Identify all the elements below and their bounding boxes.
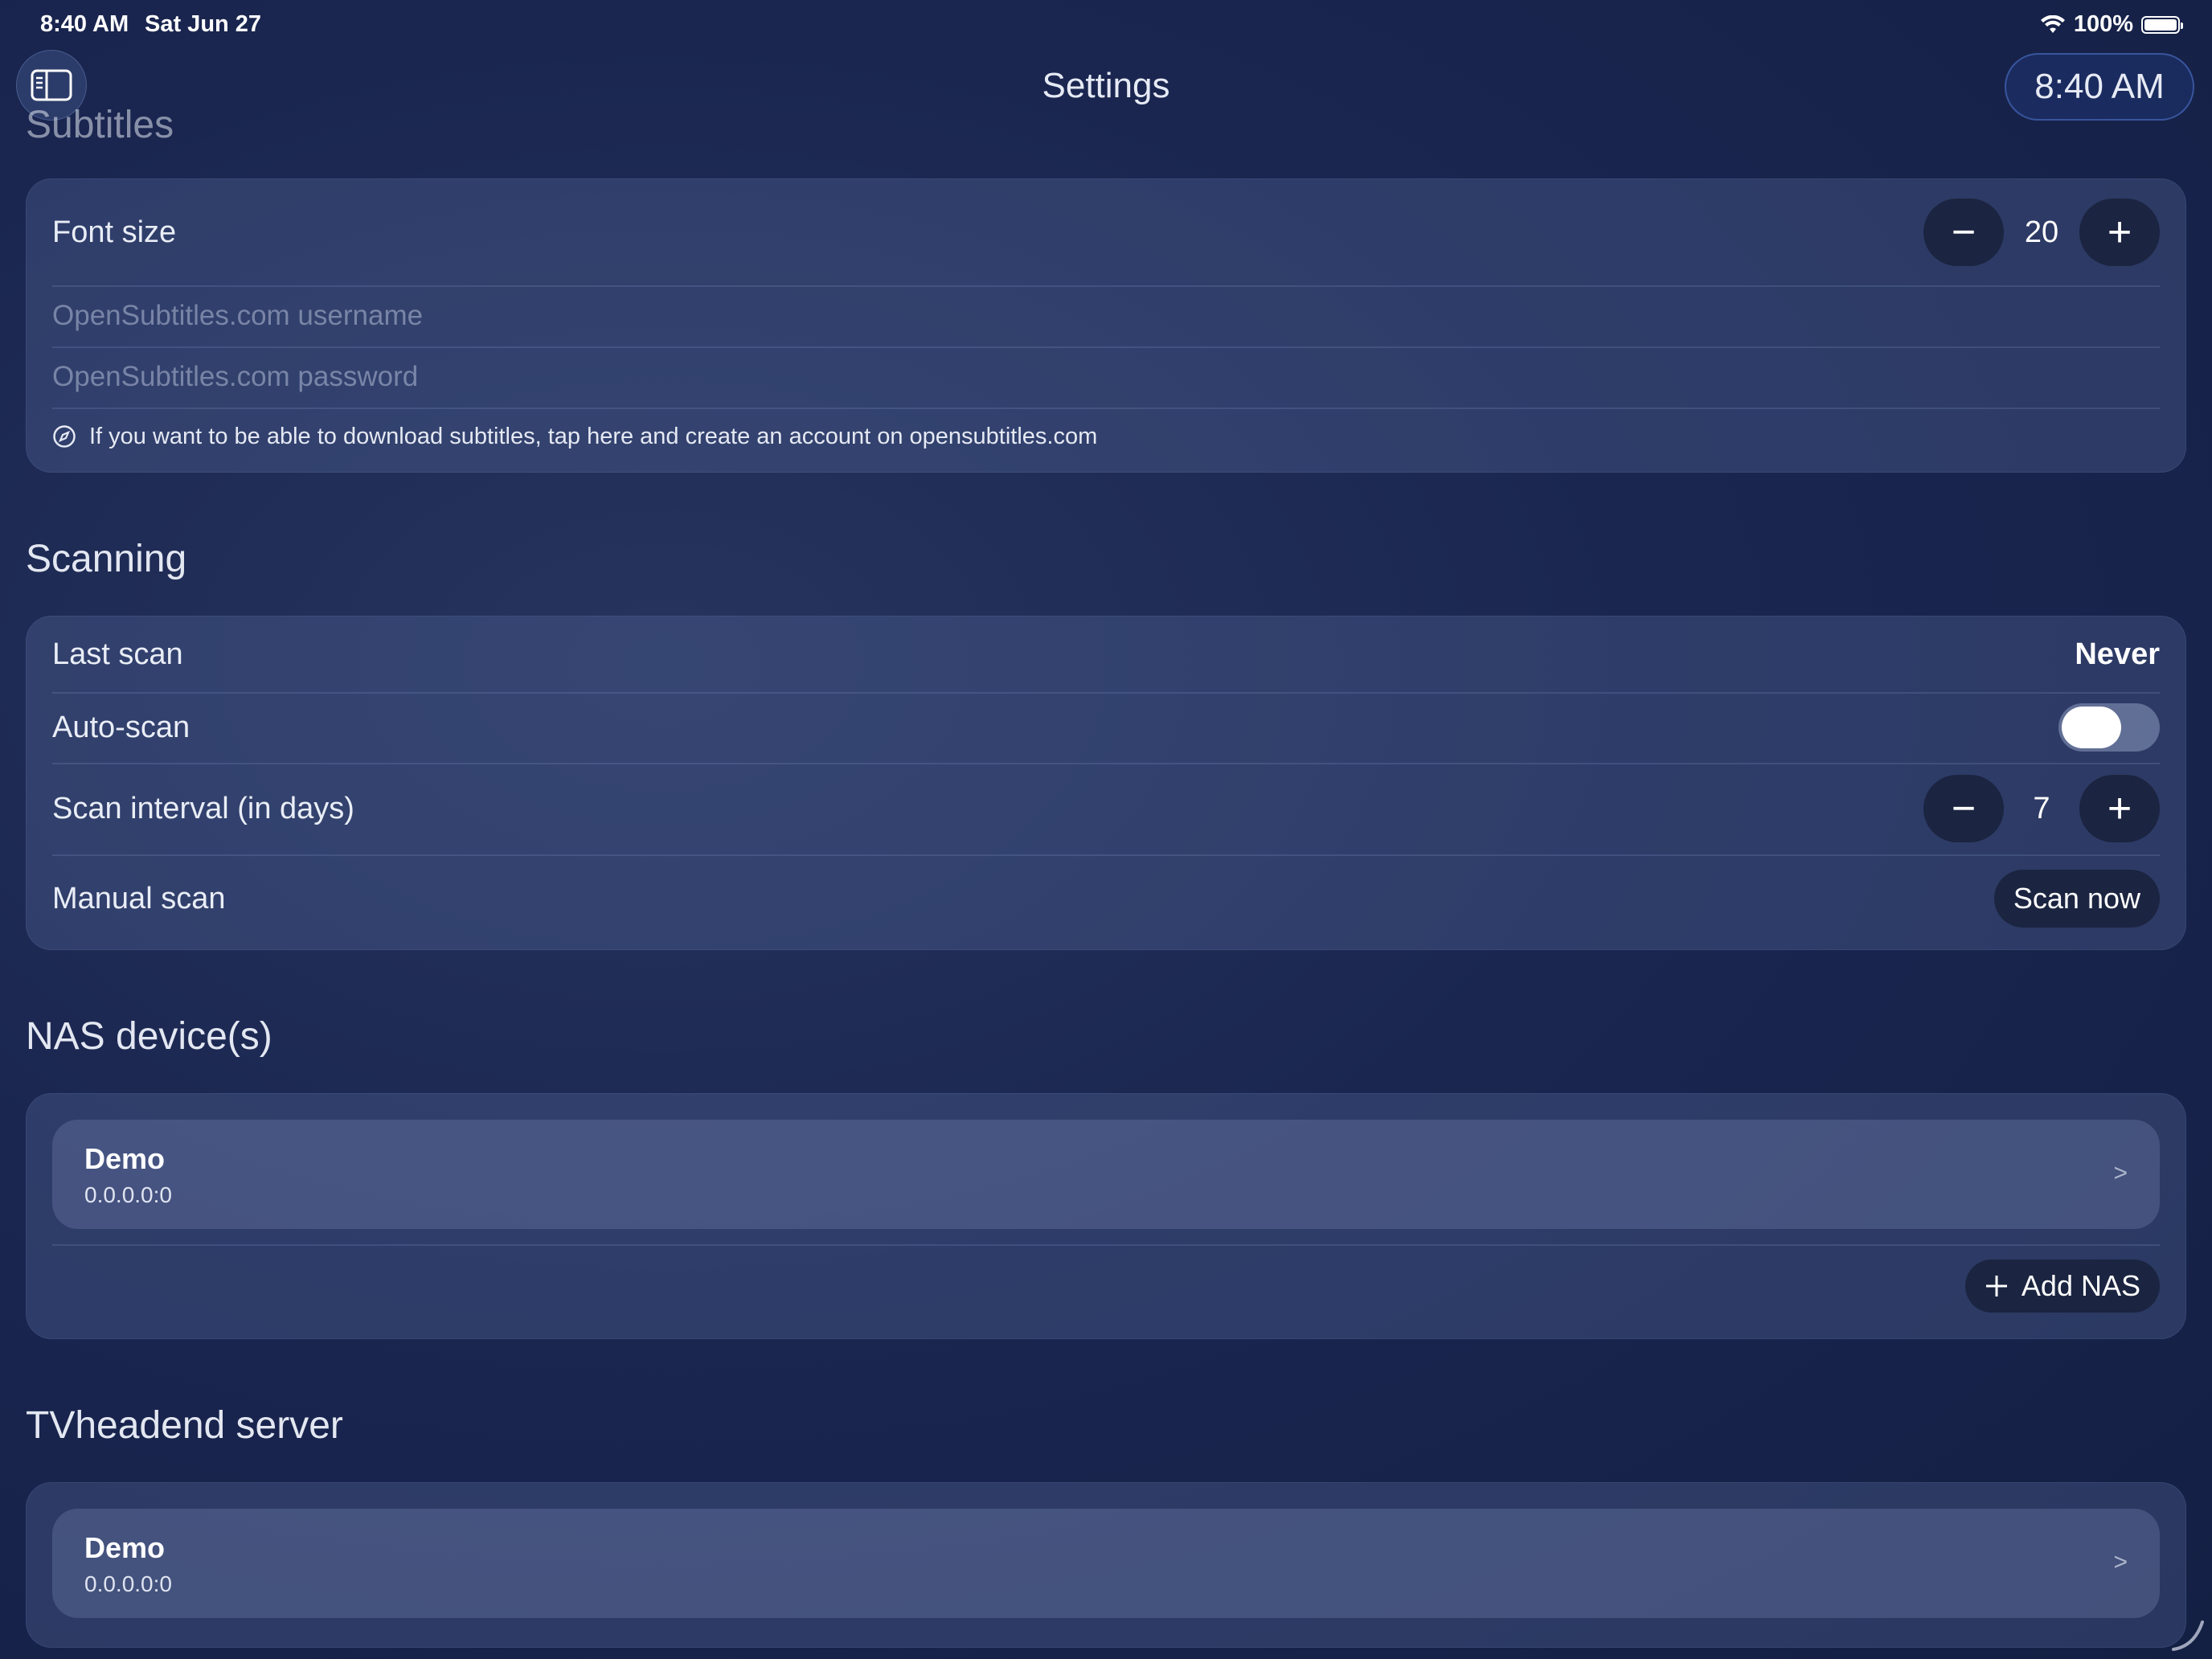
scan-interval-value: 7 — [2033, 791, 2050, 825]
username-field[interactable]: OpenSubtitles.com username — [52, 300, 423, 332]
font-size-label: Font size — [52, 215, 177, 249]
font-size-row: Font size − 20 + — [52, 179, 2160, 287]
section-title-subtitles: Subtitles — [26, 104, 174, 146]
font-size-value: 20 — [2024, 215, 2059, 249]
subtitles-card: Font size − 20 + OpenSubtitles.com usern… — [26, 178, 2186, 473]
status-bar: 8:40 AM Sat Jun 27 100% — [0, 0, 2212, 50]
manual-scan-row: Manual scan Scan now — [52, 854, 2160, 943]
interval-decrease-button[interactable]: − — [1923, 775, 2004, 842]
add-nas-label: Add NAS — [2021, 1269, 2140, 1302]
info-text: If you want to be able to download subti… — [89, 423, 1098, 449]
last-scan-value: Never — [2075, 637, 2160, 671]
manual-scan-label: Manual scan — [52, 881, 226, 916]
opensubtitles-info-link[interactable]: If you want to be able to download subti… — [52, 408, 2160, 465]
scroll-indicator — [2172, 1620, 2204, 1651]
tvheadend-device-row[interactable]: Demo 0.0.0.0:0 > — [52, 1509, 2160, 1618]
status-right: 100% — [2040, 11, 2183, 38]
font-size-increase-button[interactable]: + — [2079, 199, 2160, 266]
battery-icon — [2141, 15, 2183, 34]
nas-card: Demo 0.0.0.0:0 > Add NAS — [26, 1093, 2186, 1339]
interval-increase-button[interactable]: + — [2079, 775, 2160, 842]
tvheadend-device-address: 0.0.0.0:0 — [84, 1571, 172, 1596]
nas-device-address: 0.0.0.0:0 — [84, 1182, 172, 1207]
auto-scan-toggle[interactable] — [2058, 703, 2160, 752]
toggle-knob — [2062, 707, 2121, 748]
wifi-icon — [2040, 14, 2065, 33]
section-title-nas: NAS device(s) — [26, 1015, 272, 1058]
auto-scan-label: Auto-scan — [52, 710, 190, 744]
status-date: Sat Jun 27 — [145, 11, 262, 37]
last-scan-label: Last scan — [52, 637, 183, 671]
scan-interval-stepper: − 7 + — [1923, 775, 2160, 842]
info-row: If you want to be able to download subti… — [52, 424, 1097, 450]
nas-device-row[interactable]: Demo 0.0.0.0:0 > — [52, 1120, 2160, 1229]
add-nas-button[interactable]: Add NAS — [1964, 1260, 2160, 1313]
page-title: Settings — [1042, 66, 1170, 105]
font-size-stepper: − 20 + — [1923, 199, 2160, 266]
auto-scan-row: Auto-scan — [52, 692, 2160, 764]
nas-device-name: Demo — [84, 1142, 166, 1175]
password-field[interactable]: OpenSubtitles.com password — [52, 361, 418, 393]
scanning-card: Last scan Never Auto-scan Scan interval … — [26, 616, 2186, 950]
font-size-decrease-button[interactable]: − — [1923, 199, 2004, 266]
password-row: OpenSubtitles.com password — [52, 346, 2160, 409]
compass-icon — [53, 425, 76, 448]
section-title-scanning: Scanning — [26, 538, 187, 580]
scan-interval-row: Scan interval (in days) − 7 + — [52, 763, 2160, 856]
tvheadend-card: Demo 0.0.0.0:0 > — [26, 1482, 2186, 1648]
scan-now-button[interactable]: Scan now — [1993, 870, 2160, 928]
last-scan-row: Last scan Never — [52, 616, 2160, 694]
divider — [52, 1244, 2160, 1246]
scan-interval-label: Scan interval (in days) — [52, 791, 354, 825]
clock-pill[interactable]: 8:40 AM — [2005, 53, 2194, 121]
battery-percent: 100% — [2073, 11, 2133, 37]
tvheadend-device-name: Demo — [84, 1531, 166, 1564]
chevron-right-icon: > — [2113, 1549, 2128, 1575]
chevron-right-icon: > — [2113, 1160, 2128, 1186]
plus-icon — [1985, 1276, 2007, 1296]
status-time: 8:40 AM — [40, 11, 129, 37]
section-title-tvheadend: TVheadend server — [26, 1404, 343, 1447]
username-row: OpenSubtitles.com username — [52, 285, 2160, 348]
